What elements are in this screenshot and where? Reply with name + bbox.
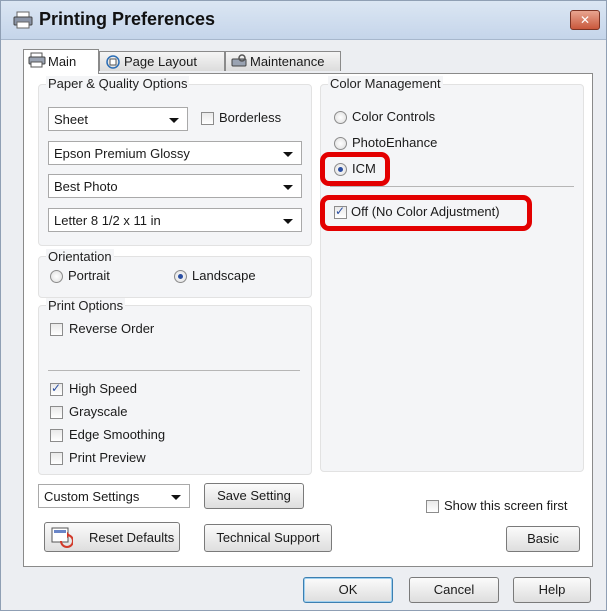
tab-main[interactable]: Main [23,49,99,74]
print-quality-select[interactable]: Best Photo [48,174,302,198]
chevron-down-icon [283,219,293,224]
edge-smoothing-label: Edge Smoothing [69,427,166,442]
reset-defaults-label: Reset Defaults [89,530,175,545]
paper-size-select[interactable]: Letter 8 1/2 x 11 in [48,208,302,232]
tab-label: Main [48,54,77,69]
high-speed-checkbox[interactable]: ✓ [50,381,63,396]
group-label-print-options: Print Options [46,298,126,313]
close-icon: ✕ [579,13,591,27]
printer-icon [13,11,33,29]
off-no-color-adjustment-label: Off (No Color Adjustment) [351,204,500,219]
photo-enhance-label: PhotoEnhance [352,135,438,150]
printing-preferences-window: Printing Preferences ✕ Main Page Layout [0,0,607,611]
high-speed-label: High Speed [69,381,137,396]
icm-radio[interactable] [334,163,347,176]
show-screen-first-checkbox[interactable] [426,500,439,513]
help-label: Help [538,582,566,597]
save-setting-button[interactable]: Save Setting [204,483,304,509]
checkmark-icon: ✓ [335,204,346,218]
print-preview-label: Print Preview [69,450,146,465]
grayscale-label: Grayscale [69,404,128,419]
show-screen-first-label: Show this screen first [444,498,568,513]
reset-defaults-button[interactable]: Reset Defaults [44,522,180,552]
main-tab-panel: Paper & Quality Options Sheet Borderless… [23,73,593,567]
paper-source-select[interactable]: Sheet [48,107,188,131]
group-label-paper-quality: Paper & Quality Options [46,76,190,91]
technical-support-button[interactable]: Technical Support [204,524,332,552]
portrait-radio[interactable] [50,270,63,283]
grayscale-checkbox[interactable] [50,406,63,419]
help-button[interactable]: Help [513,577,591,603]
options-separator [48,370,300,371]
color-controls-radio[interactable] [334,111,347,124]
paper-source-value: Sheet [54,112,88,127]
paper-type-value: Epson Premium Glossy [54,146,190,161]
icm-label: ICM [352,161,376,176]
tab-maintenance[interactable]: Maintenance [225,51,341,71]
reverse-order-checkbox[interactable] [50,323,63,336]
reverse-order-label: Reverse Order [69,321,155,336]
off-no-color-adjustment-checkbox[interactable]: ✓ [334,204,347,219]
cancel-button[interactable]: Cancel [409,577,499,603]
landscape-radio[interactable] [174,270,187,283]
basic-label: Basic [527,531,559,546]
group-label-color-management: Color Management [328,76,443,91]
reset-defaults-icon [51,527,73,548]
print-preview-checkbox[interactable] [50,452,63,465]
tab-page-layout[interactable]: Page Layout [99,51,225,71]
paper-size-value: Letter 8 1/2 x 11 in [54,213,161,228]
checkmark-icon: ✓ [51,381,62,395]
close-button[interactable]: ✕ [570,10,600,30]
color-controls-label: Color Controls [352,109,436,124]
chevron-down-icon [169,118,179,123]
paper-type-select[interactable]: Epson Premium Glossy [48,141,302,165]
photo-enhance-radio[interactable] [334,137,347,150]
page-layout-icon [106,55,120,69]
title-bar: Printing Preferences ✕ [1,1,606,40]
color-separator [330,186,574,187]
ok-label: OK [338,582,358,597]
borderless-label: Borderless [219,110,282,125]
tab-label: Page Layout [124,54,198,69]
custom-settings-select[interactable]: Custom Settings [38,484,190,508]
custom-settings-value: Custom Settings [44,489,140,504]
window-title: Printing Preferences [39,9,216,29]
print-quality-value: Best Photo [54,179,118,194]
chevron-down-icon [283,185,293,190]
save-setting-label: Save Setting [217,488,291,503]
ok-button[interactable]: OK [303,577,393,603]
borderless-checkbox[interactable] [201,112,214,125]
maintenance-icon [231,54,247,67]
basic-button[interactable]: Basic [506,526,580,552]
portrait-label: Portrait [68,268,110,283]
edge-smoothing-checkbox[interactable] [50,429,63,442]
landscape-label: Landscape [192,268,256,283]
cancel-label: Cancel [433,582,475,597]
group-label-orientation: Orientation [46,249,114,264]
technical-support-label: Technical Support [216,530,320,545]
chevron-down-icon [283,152,293,157]
tab-label: Maintenance [250,54,325,69]
chevron-down-icon [171,495,181,500]
printer-icon [28,52,46,68]
